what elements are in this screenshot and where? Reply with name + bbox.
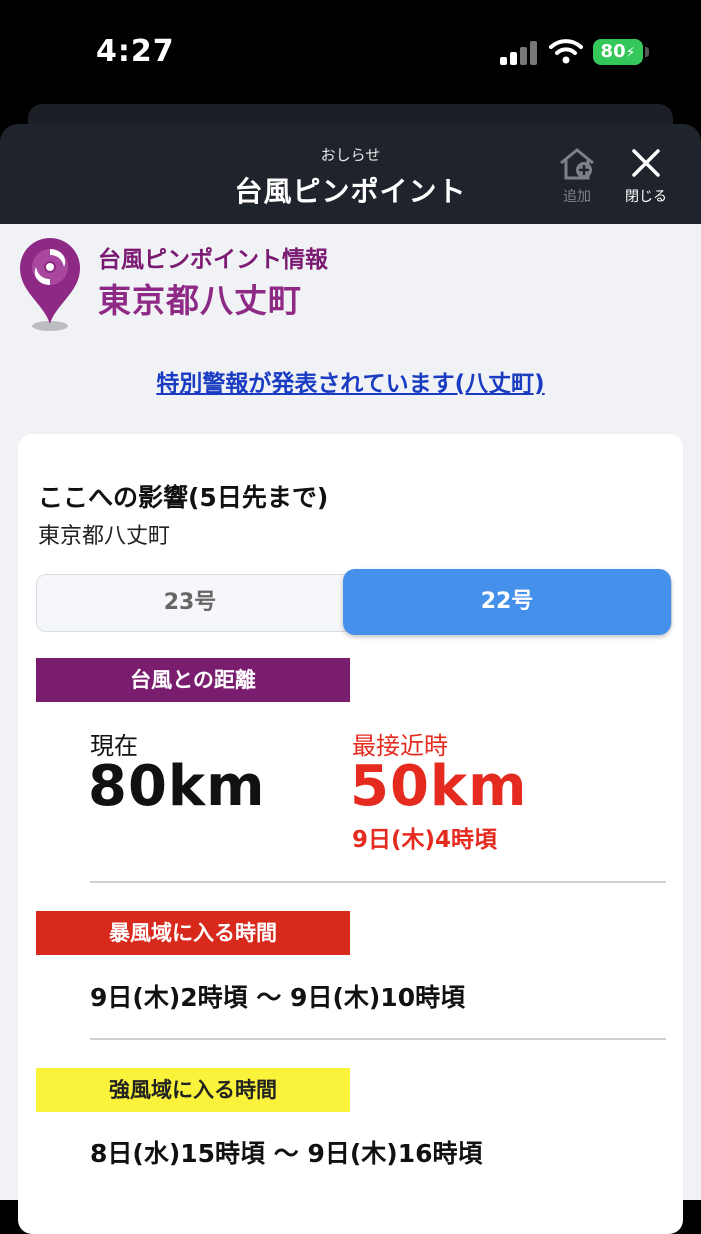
closest-approach-time: 9日(木)4時頃 xyxy=(352,827,498,853)
wifi-icon xyxy=(549,39,583,64)
pinpoint-subtitle: 台風ピンポイント情報 xyxy=(98,247,328,273)
tab-typhoon-23[interactable]: 23号 xyxy=(37,575,343,631)
close-icon xyxy=(632,149,660,177)
impact-location: 東京都八丈町 xyxy=(38,524,171,549)
strong-wind-zone-range: 8日(水)15時頃 〜 9日(木)16時頃 xyxy=(90,1139,483,1168)
storm-zone-label: 暴風域に入る時間 xyxy=(36,911,350,955)
pinpoint-location: 東京都八丈町 xyxy=(98,281,302,320)
close-button[interactable]: 閉じる xyxy=(616,146,676,206)
divider xyxy=(90,881,666,883)
cellular-signal-icon xyxy=(500,41,540,65)
strong-wind-zone-label: 強風域に入る時間 xyxy=(36,1068,350,1112)
special-warning-link[interactable]: 特別警報が発表されています(八丈町) xyxy=(0,364,701,398)
add-label: 追加 xyxy=(563,189,591,205)
home-add-icon xyxy=(560,148,594,180)
status-time: 4:27 xyxy=(96,34,175,69)
typhoon-pin-icon xyxy=(20,238,80,331)
closest-approach-value: 50km xyxy=(350,754,528,819)
typhoon-tabs: 23号 22号 xyxy=(36,569,672,635)
divider xyxy=(90,1038,666,1040)
distance-section-label: 台風との距離 xyxy=(36,658,350,702)
impact-title: ここへの影響(5日先まで) xyxy=(38,483,329,512)
close-label: 閉じる xyxy=(625,189,667,205)
impact-card: ここへの影響(5日先まで) 東京都八丈町 23号 22号 台風との距離 現在 8… xyxy=(18,434,683,1234)
storm-zone-range: 9日(木)2時頃 〜 9日(木)10時頃 xyxy=(90,983,466,1012)
tab-typhoon-22[interactable]: 22号 xyxy=(343,569,671,635)
status-bar: 4:27 80⚡ xyxy=(0,0,701,105)
content-area: 台風ピンポイント情報 東京都八丈町 特別警報が発表されています(八丈町) ここへ… xyxy=(0,224,701,1234)
add-button[interactable]: 追加 xyxy=(547,146,607,206)
current-distance-value: 80km xyxy=(88,754,266,819)
battery-level: 80 xyxy=(600,41,626,62)
battery-icon: 80⚡ xyxy=(593,39,643,65)
battery-tip xyxy=(645,47,649,57)
modal-header: おしらせ 台風ピンポイント 追加 閉じる xyxy=(0,124,701,224)
